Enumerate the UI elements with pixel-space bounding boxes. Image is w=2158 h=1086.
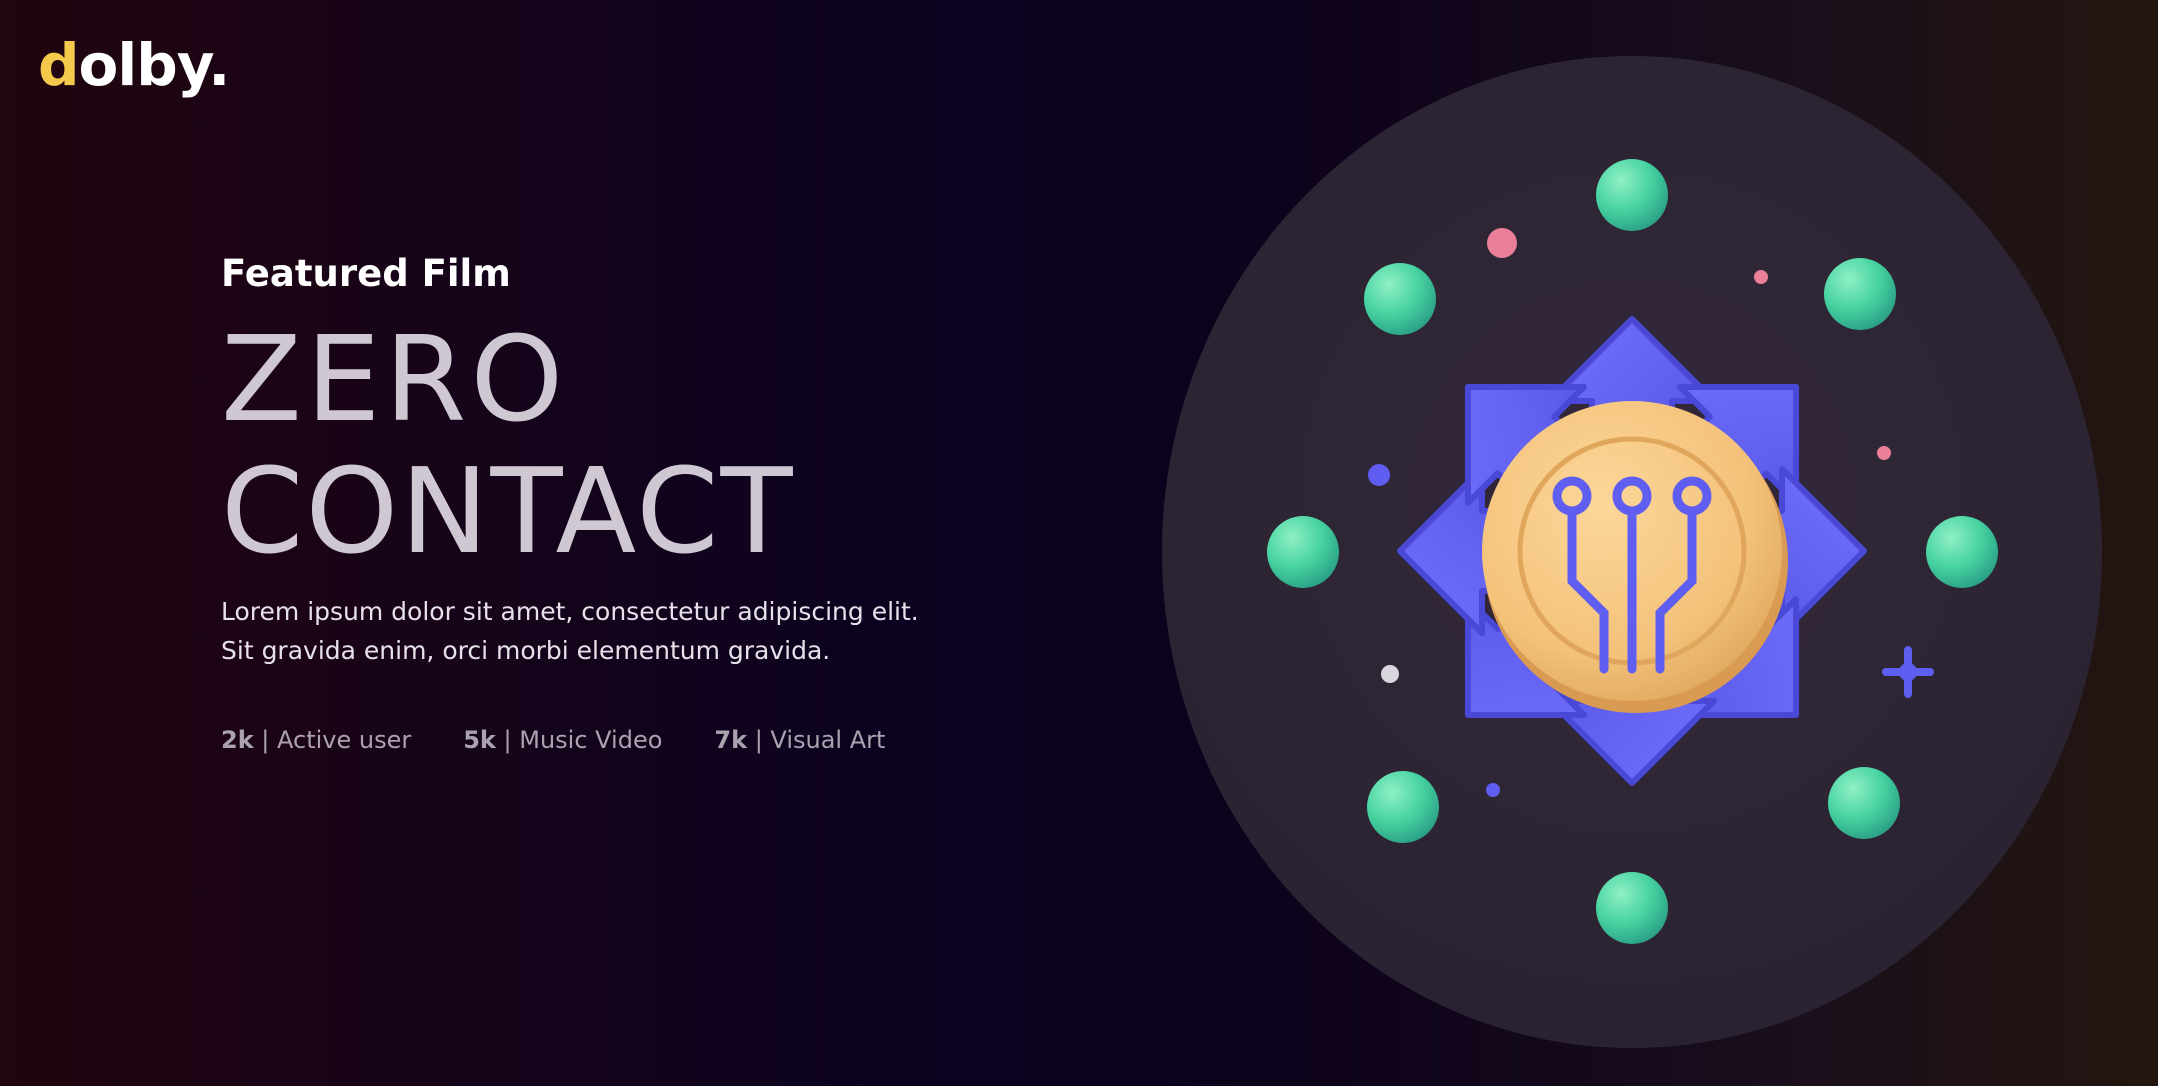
stat-label: Active user [277, 726, 412, 754]
stat-separator: | [495, 726, 520, 754]
film-title-line-1: ZERO [221, 310, 568, 448]
node-icon [1596, 159, 1668, 231]
stat-label: Music Video [519, 726, 663, 754]
stat-separator: | [253, 726, 278, 754]
stat-music-video: 5k | Music Video [463, 726, 662, 754]
node-icon [1596, 872, 1668, 944]
logo-accent-letter: d [38, 31, 80, 99]
stat-value: 5k [463, 726, 496, 754]
node-icon [1367, 771, 1439, 843]
stat-active-users: 2k | Active user [221, 726, 411, 754]
logo-wordmark: olby. [78, 31, 231, 99]
film-title-line-2: CONTACT [221, 442, 795, 580]
sparkle-icon [1882, 646, 1934, 698]
description-line-2: Sit gravida enim, orci morbi elementum g… [221, 636, 831, 665]
node-icon [1828, 767, 1900, 839]
node-icon [1926, 516, 1998, 588]
stat-visual-art: 7k | Visual Art [714, 726, 885, 754]
stat-value: 7k [714, 726, 748, 754]
stat-label: Visual Art [770, 726, 886, 754]
node-icon [1364, 263, 1436, 335]
node-icon [1267, 516, 1339, 588]
stat-value: 2k [221, 726, 254, 754]
description-line-1: Lorem ipsum dolor sit amet, consectetur … [221, 597, 919, 626]
stat-separator: | [747, 726, 771, 754]
node-icon [1824, 258, 1896, 330]
featured-label: Featured Film [221, 252, 511, 295]
dolby-logo[interactable]: dolby. [38, 36, 230, 94]
stats-row: 2k | Active user 5k | Music Video 7k | V… [221, 726, 885, 754]
film-description: Lorem ipsum dolor sit amet, consectetur … [221, 592, 941, 670]
network-hub-icon [1267, 159, 1998, 944]
